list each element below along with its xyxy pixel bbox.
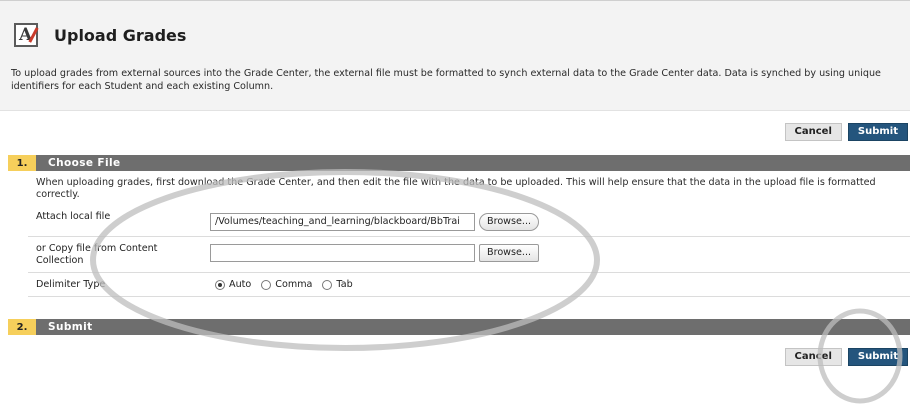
delimiter-row: Delimiter Type (28, 273, 910, 297)
content-collection-row: or Copy file from Content Collection Bro… (28, 237, 910, 273)
browse-local-button[interactable]: Browse... (479, 213, 540, 231)
step-2-number: 2. (8, 319, 36, 335)
delimiter-option-auto[interactable]: Auto (215, 279, 251, 290)
radio-tab-label: Tab (336, 279, 353, 290)
attach-local-file-label: Attach local file (36, 211, 111, 222)
intro-text: To upload grades from external sources i… (11, 68, 881, 92)
choose-file-instruction: When uploading grades, first download th… (36, 177, 876, 200)
attach-local-file-row: Attach local file /Volumes/teaching_and_… (28, 206, 910, 237)
top-button-row: Cancel Submit (784, 123, 908, 141)
radio-auto[interactable] (215, 279, 225, 290)
radio-comma-label: Comma (275, 279, 313, 290)
delimiter-option-comma[interactable]: Comma (261, 279, 312, 290)
radio-tab[interactable] (322, 279, 333, 290)
bottom-button-row: Cancel Submit (784, 348, 908, 366)
grade-upload-icon: A (14, 23, 39, 47)
step-1-number: 1. (8, 155, 36, 171)
step-2-title: Submit (48, 321, 93, 333)
submit-button-bottom[interactable]: Submit (847, 348, 908, 366)
content-collection-label: or Copy file from Content Collection (36, 243, 158, 266)
browse-collection-button[interactable]: Browse... (479, 244, 540, 262)
radio-auto-label: Auto (229, 279, 252, 290)
cancel-button-top[interactable]: Cancel (784, 123, 842, 141)
submit-button-top[interactable]: Submit (847, 123, 908, 141)
attach-local-file-input[interactable]: /Volumes/teaching_and_learning/blackboar… (210, 213, 475, 231)
delimiter-option-tab[interactable]: Tab (322, 279, 353, 290)
step-2-header: 2. Submit (8, 319, 910, 335)
title-row: A Upload Grades (14, 23, 186, 47)
delimiter-radio-group: Auto Comma Tab (215, 279, 357, 290)
cancel-button-bottom[interactable]: Cancel (784, 348, 842, 366)
page-title: Upload Grades (54, 25, 187, 45)
step-1-title: Choose File (48, 157, 121, 169)
delimiter-label: Delimiter Type (36, 279, 106, 290)
page-header: A Upload Grades To upload grades from ex… (0, 0, 910, 111)
content-collection-input[interactable] (210, 244, 475, 262)
step-1-header: 1. Choose File (8, 155, 910, 171)
radio-comma[interactable] (261, 279, 272, 290)
